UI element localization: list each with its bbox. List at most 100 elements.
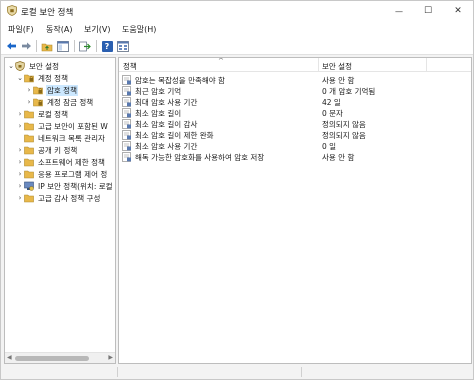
column-divider[interactable] bbox=[318, 58, 319, 72]
list-header: 정책 ^ 보안 설정 bbox=[119, 58, 471, 72]
tree-node-label: 암호 정책 bbox=[46, 84, 78, 96]
properties-view-button[interactable] bbox=[116, 39, 130, 53]
maximize-button[interactable]: ☐ bbox=[414, 1, 442, 21]
security-settings-icon bbox=[15, 61, 25, 71]
menu-help[interactable]: 도움말(H) bbox=[122, 24, 156, 35]
back-arrow-icon bbox=[6, 42, 16, 50]
menu-action[interactable]: 동작(A) bbox=[46, 24, 72, 35]
policy-name: 해독 가능한 암호화를 사용하여 암호 저장 bbox=[135, 153, 265, 162]
close-button[interactable]: ✕ bbox=[444, 1, 472, 21]
collapsed-chevron-icon[interactable]: › bbox=[16, 194, 24, 202]
expanded-chevron-icon[interactable]: ⌄ bbox=[7, 62, 15, 70]
tree-node[interactable]: › 암호 정책 bbox=[25, 84, 78, 96]
tree-node-label: 고급 보안이 포함된 W bbox=[38, 121, 108, 131]
export-list-icon bbox=[79, 41, 91, 51]
properties-view-icon bbox=[117, 40, 129, 52]
tree-node-label: 고급 감사 정책 구성 bbox=[38, 193, 101, 203]
tree-node-label: 계정 잠금 정책 bbox=[47, 97, 94, 107]
tree-node[interactable]: › 계정 잠금 정책 bbox=[25, 96, 94, 108]
folder-icon bbox=[24, 74, 34, 83]
policy-row[interactable]: 최대 암호 사용 기간 42 일 bbox=[119, 96, 471, 107]
tree-node-label: 응용 프로그램 제어 정 bbox=[38, 169, 108, 179]
forward-button[interactable] bbox=[19, 39, 33, 53]
policy-setting-icon bbox=[122, 86, 131, 96]
policy-row[interactable]: 해독 가능한 암호화를 사용하여 암호 저장 사용 안 함 bbox=[119, 151, 471, 162]
status-bar-divider bbox=[301, 367, 302, 377]
close-icon: ✕ bbox=[454, 6, 462, 16]
maximize-icon: ☐ bbox=[423, 6, 433, 16]
collapsed-chevron-icon[interactable]: › bbox=[16, 122, 24, 130]
console-tree[interactable]: ⌄ 보안 설정 ⌄ 계정 정책 › 암호 정책 › 계정 잠금 정책 › 로컬 정책 › 고급 보안이… bbox=[4, 57, 116, 364]
tree-node-label: 공개 키 정책 bbox=[38, 145, 78, 155]
toolbar-separator bbox=[96, 40, 97, 52]
security-policy-app-icon bbox=[7, 5, 17, 16]
folder-icon bbox=[24, 158, 34, 167]
tree-node[interactable]: › 공개 키 정책 bbox=[16, 144, 78, 156]
tree-node[interactable]: › IP 보안 정책(위치: 로컬 bbox=[16, 180, 114, 192]
tree-node[interactable]: › 로컬 정책 bbox=[16, 108, 69, 120]
policy-row[interactable]: 최소 암호 길이 제한 완화 정의되지 않음 bbox=[119, 129, 471, 140]
tree-node-label: 계정 정책 bbox=[38, 73, 68, 83]
tree-node[interactable]: › 소프트웨어 제한 정책 bbox=[16, 156, 106, 168]
menu-file[interactable]: 파일(F) bbox=[8, 24, 34, 35]
show-hide-tree-icon bbox=[57, 40, 69, 52]
tree-node[interactable]: › 고급 보안이 포함된 W bbox=[16, 120, 109, 132]
collapsed-chevron-icon[interactable]: › bbox=[16, 158, 24, 166]
toolbar-separator bbox=[36, 40, 37, 52]
help-button[interactable]: ? bbox=[100, 39, 114, 53]
collapsed-chevron-icon[interactable]: › bbox=[16, 146, 24, 154]
column-divider[interactable] bbox=[426, 58, 427, 72]
policy-list[interactable]: 정책 ^ 보안 설정 암호는 복잡성을 만족해야 함 사용 안 함 최근 암호 기억… bbox=[118, 57, 472, 364]
tree-node[interactable]: › 고급 감사 정책 구성 bbox=[16, 192, 101, 204]
policy-setting-icon bbox=[122, 152, 131, 162]
title-bar[interactable]: 로컬 보안 정책 — ☐ ✕ bbox=[1, 1, 473, 21]
collapsed-chevron-icon[interactable]: › bbox=[16, 170, 24, 178]
scroll-left-icon[interactable]: ◀ bbox=[7, 354, 12, 361]
scroll-right-icon[interactable]: ▶ bbox=[108, 354, 113, 361]
column-header-policy[interactable]: 정책 bbox=[123, 61, 137, 72]
status-bar bbox=[1, 365, 473, 379]
scrollbar-thumb[interactable] bbox=[15, 356, 89, 361]
window-title: 로컬 보안 정책 bbox=[21, 8, 74, 18]
policy-row[interactable]: 암호는 복잡성을 만족해야 함 사용 안 함 bbox=[119, 74, 471, 85]
tree-node[interactable]: › 응용 프로그램 제어 정 bbox=[16, 168, 108, 180]
menu-view[interactable]: 보기(V) bbox=[84, 24, 110, 35]
policy-setting-icon bbox=[122, 75, 131, 85]
forward-arrow-icon bbox=[21, 42, 31, 50]
folder-icon bbox=[24, 110, 34, 119]
policy-row[interactable]: 최소 암호 길이 0 문자 bbox=[119, 107, 471, 118]
folder-icon bbox=[24, 194, 34, 203]
collapsed-chevron-icon[interactable]: › bbox=[16, 110, 24, 118]
folder-icon bbox=[33, 98, 43, 107]
back-button[interactable] bbox=[4, 39, 18, 53]
tree-node-label: 로컬 정책 bbox=[38, 109, 68, 119]
policy-security-setting: 사용 안 함 bbox=[322, 153, 355, 162]
up-one-level-button[interactable] bbox=[40, 39, 54, 53]
minimize-button[interactable]: — bbox=[385, 1, 413, 21]
help-icon: ? bbox=[101, 40, 113, 52]
collapsed-chevron-icon[interactable]: › bbox=[25, 98, 33, 106]
toolbar-separator bbox=[74, 40, 75, 52]
tree-node[interactable]: ⌄ 보안 설정 bbox=[7, 60, 60, 72]
tree-node[interactable]: ⌄ 계정 정책 bbox=[16, 72, 69, 84]
policy-setting-icon bbox=[122, 141, 131, 151]
collapsed-chevron-icon[interactable]: › bbox=[16, 182, 24, 190]
policy-row[interactable]: 최소 암호 길이 감사 정의되지 않음 bbox=[119, 118, 471, 129]
policy-setting-icon bbox=[122, 119, 131, 129]
export-list-button[interactable] bbox=[78, 39, 92, 53]
tree-horizontal-scrollbar[interactable]: ◀ ▶ bbox=[5, 352, 115, 363]
status-bar-divider bbox=[117, 367, 118, 377]
ip-security-icon bbox=[24, 181, 34, 191]
policy-row[interactable]: 최근 암호 기억 0 개 암호 기억됨 bbox=[119, 85, 471, 96]
show-hide-tree-button[interactable] bbox=[56, 39, 70, 53]
collapsed-chevron-icon[interactable]: › bbox=[25, 86, 33, 94]
folder-icon bbox=[24, 134, 34, 143]
policy-setting-icon bbox=[122, 130, 131, 140]
folder-icon bbox=[33, 86, 43, 95]
policy-row[interactable]: 최소 암호 사용 기간 0 일 bbox=[119, 140, 471, 151]
column-header-security-setting[interactable]: 보안 설정 bbox=[322, 61, 352, 72]
tree-node[interactable]: 네트워크 목록 관리자 bbox=[16, 132, 106, 144]
tree-node-label: 보안 설정 bbox=[29, 61, 59, 71]
expanded-chevron-icon[interactable]: ⌄ bbox=[16, 74, 24, 82]
menu-bar: 파일(F) 동작(A) 보기(V) 도움말(H) bbox=[1, 21, 473, 37]
